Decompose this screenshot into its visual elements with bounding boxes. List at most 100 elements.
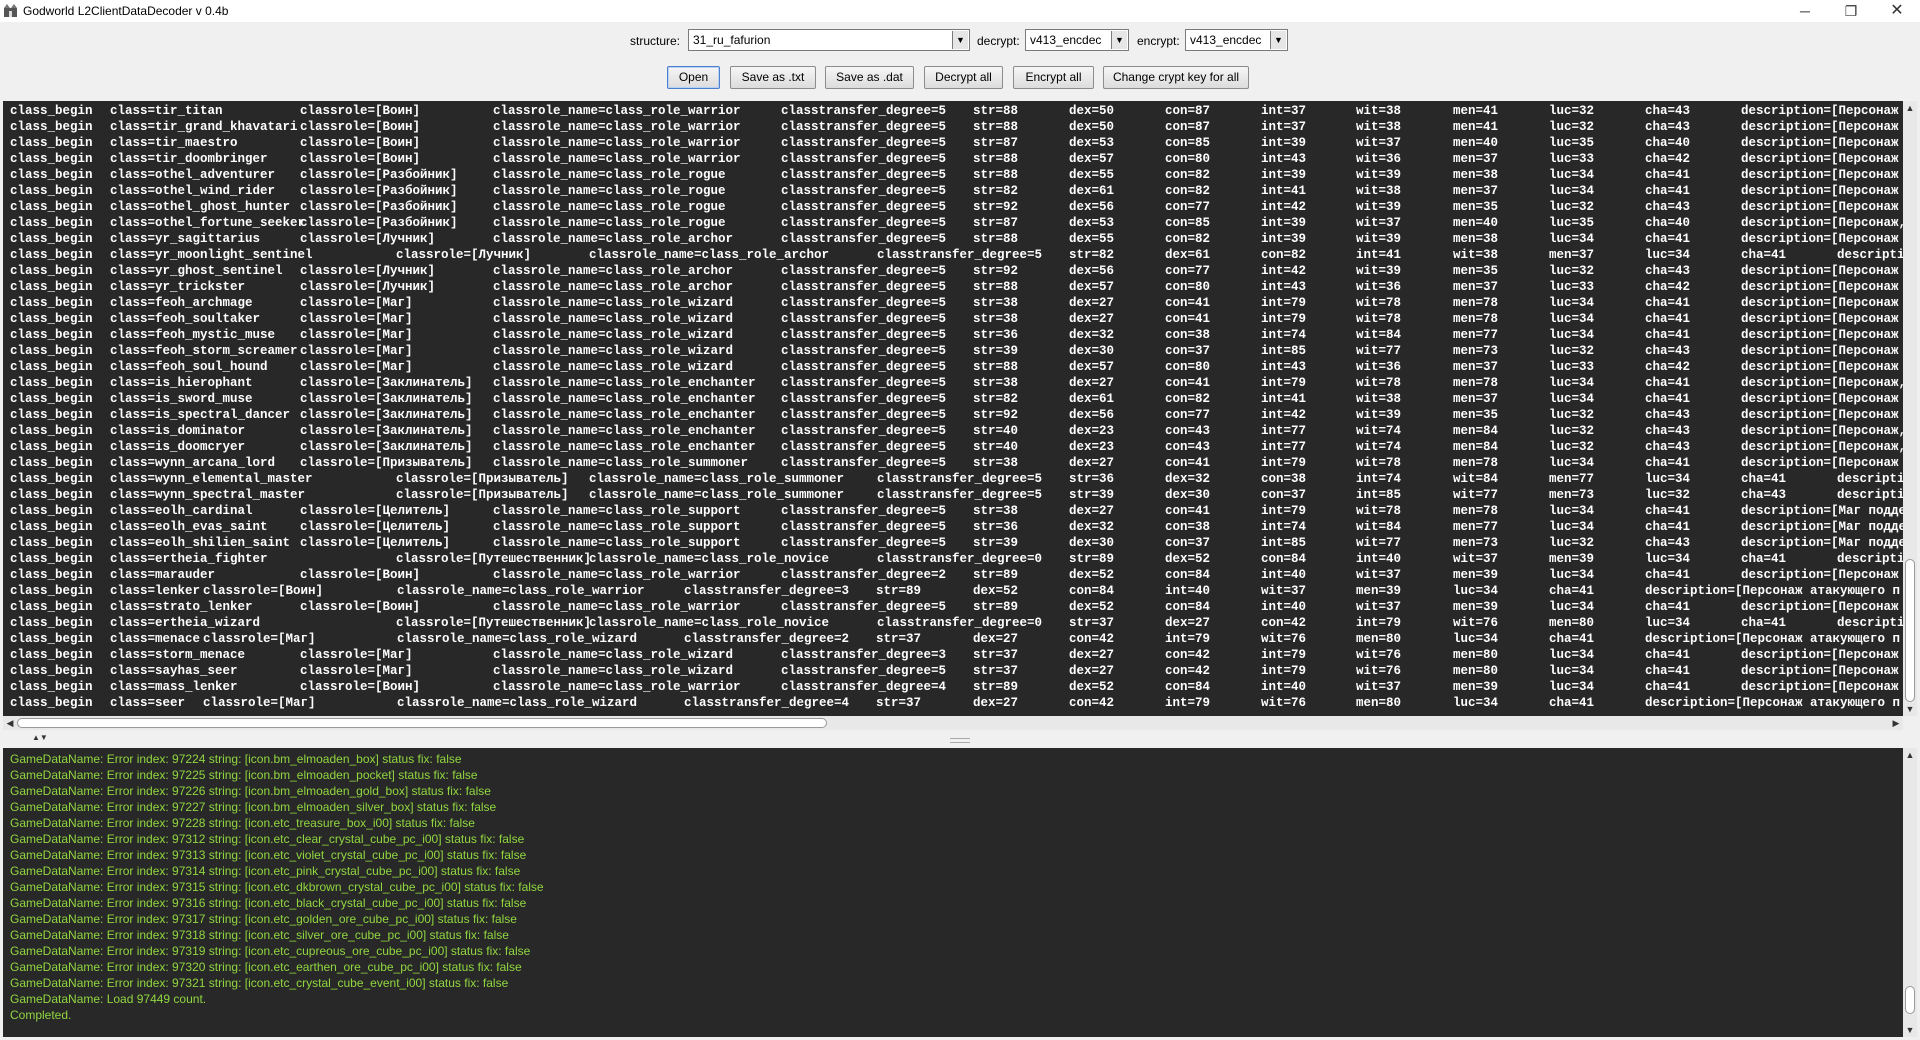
scroll-up-icon[interactable]: ▲ (1903, 101, 1917, 115)
table-cell: dex=27 (1069, 296, 1115, 310)
encrypt-select[interactable]: v413_encdec ▼ (1185, 29, 1288, 51)
table-cell: wit=37 (1453, 552, 1499, 566)
table-cell: classrole_name=class_role_wizard (397, 696, 638, 710)
table-cell: cha=40 (1645, 216, 1691, 230)
data-text-area[interactable]: class_begin class=tir_titan classrole=[Вои… (3, 101, 1903, 716)
scroll-thumb[interactable] (1905, 986, 1915, 1014)
table-cell: con=41 (1165, 456, 1211, 470)
splitter-arrows-icon[interactable]: ▲▼ (32, 733, 48, 742)
table-cell: classrole=[Маг] (203, 696, 316, 710)
table-cell: luc=34 (1549, 232, 1595, 246)
table-cell: men=80 (1356, 696, 1402, 710)
table-cell: class_begin (10, 680, 93, 694)
table-cell: description=[Персонаж, (1741, 440, 1903, 454)
log-line: GameDataName: Error index: 97317 string:… (10, 912, 517, 926)
scroll-left-icon[interactable]: ◀ (3, 716, 17, 730)
table-cell: con=85 (1165, 136, 1211, 150)
save-txt-button[interactable]: Save as .txt (730, 66, 816, 89)
scroll-down-icon[interactable]: ▼ (1903, 702, 1917, 716)
table-cell: str=39 (973, 536, 1019, 550)
structure-select[interactable]: 31_ru_fafurion ▼ (688, 29, 970, 51)
table-cell: classrole_name=class_role_wizard (493, 648, 734, 662)
table-cell: int=39 (1261, 136, 1307, 150)
table-cell: dex=53 (1069, 216, 1115, 230)
chevron-down-icon[interactable]: ▼ (1111, 31, 1127, 49)
table-cell: classtransfer_degree=5 (781, 536, 947, 550)
data-horizontal-scrollbar[interactable]: ◀ ▶ (3, 716, 1903, 730)
table-cell: class_begin (10, 312, 93, 326)
scroll-up-icon[interactable]: ▲ (1903, 748, 1917, 762)
scroll-right-icon[interactable]: ▶ (1889, 716, 1903, 730)
table-cell: class_begin (10, 264, 93, 278)
encrypt-label: encrypt: (1137, 34, 1180, 48)
restore-button[interactable]: ❐ (1828, 0, 1874, 22)
table-cell: dex=27 (1069, 312, 1115, 326)
decrypt-all-button[interactable]: Decrypt all (924, 66, 1003, 89)
encrypt-all-button[interactable]: Encrypt all (1013, 66, 1094, 89)
log-line: GameDataName: Error index: 97320 string:… (10, 960, 522, 974)
table-cell: description=[Персонаж (1741, 312, 1899, 326)
scroll-down-icon[interactable]: ▼ (1903, 1023, 1917, 1037)
scroll-thumb[interactable] (17, 718, 827, 728)
open-button[interactable]: Open (667, 66, 720, 89)
table-cell: str=92 (973, 264, 1019, 278)
table-cell: class=othel_fortune_seeker (110, 216, 306, 230)
table-cell: cha=43 (1645, 200, 1691, 214)
table-cell: classrole=[Разбойник] (300, 168, 458, 182)
table-cell: dex=50 (1069, 104, 1115, 118)
table-cell: classtransfer_degree=5 (781, 264, 947, 278)
scroll-thumb[interactable] (1905, 559, 1915, 702)
table-cell: luc=34 (1549, 664, 1595, 678)
table-cell: classtransfer_degree=0 (877, 552, 1043, 566)
minimize-button[interactable]: ─ (1782, 0, 1828, 22)
table-cell: con=87 (1165, 120, 1211, 134)
table-cell: description=[Маг поддер (1741, 536, 1903, 550)
table-cell: classrole=[Маг] (300, 664, 413, 678)
table-cell: con=42 (1165, 664, 1211, 678)
table-cell: int=41 (1356, 248, 1402, 262)
data-vertical-scrollbar[interactable]: ▲ ▼ (1903, 101, 1917, 716)
table-cell: dex=32 (1165, 472, 1211, 486)
decrypt-select[interactable]: v413_encdec ▼ (1025, 29, 1129, 51)
chevron-down-icon[interactable]: ▼ (1270, 31, 1286, 49)
table-cell: str=38 (973, 376, 1019, 390)
close-button[interactable]: ✕ (1874, 0, 1920, 22)
log-output-area[interactable]: GameDataName: Error index: 97224 string:… (3, 748, 1903, 1037)
table-cell: class_begin (10, 344, 93, 358)
table-cell: wit=78 (1356, 376, 1402, 390)
table-cell: descriptio (1837, 248, 1903, 262)
table-cell: men=78 (1453, 504, 1499, 518)
table-cell: con=38 (1165, 520, 1211, 534)
table-cell: class=wynn_spectral_master (110, 488, 306, 502)
change-crypt-key-button[interactable]: Change crypt key for all (1103, 66, 1249, 89)
table-cell: int=85 (1356, 488, 1402, 502)
table-cell: luc=33 (1549, 280, 1595, 294)
table-cell: class_begin (10, 520, 93, 534)
save-dat-button[interactable]: Save as .dat (825, 66, 914, 89)
table-cell: cha=43 (1645, 264, 1691, 278)
chevron-down-icon[interactable]: ▼ (952, 31, 968, 49)
table-cell: dex=55 (1069, 168, 1115, 182)
table-cell: wit=77 (1356, 536, 1402, 550)
table-cell: luc=34 (1549, 392, 1595, 406)
table-cell: con=42 (1069, 696, 1115, 710)
table-cell: wit=39 (1356, 200, 1402, 214)
table-cell: men=77 (1453, 328, 1499, 342)
table-cell: dex=52 (1165, 552, 1211, 566)
table-cell: class=feoh_soul_hound (110, 360, 268, 374)
log-vertical-scrollbar[interactable]: ▲ ▼ (1903, 748, 1917, 1037)
table-cell: men=38 (1453, 168, 1499, 182)
pane-splitter[interactable]: ▲▼ (0, 731, 1920, 748)
table-cell: classrole_name=class_role_warrior (493, 600, 741, 614)
table-cell: classtransfer_degree=5 (781, 376, 947, 390)
table-cell: men=77 (1453, 520, 1499, 534)
table-cell: int=79 (1165, 696, 1211, 710)
table-cell: classrole_name=class_role_warrior (493, 104, 741, 118)
table-cell: str=88 (973, 120, 1019, 134)
table-cell: luc=35 (1549, 216, 1595, 230)
splitter-grip-icon[interactable] (950, 738, 970, 743)
table-cell: str=38 (973, 504, 1019, 518)
table-cell: str=37 (876, 696, 922, 710)
table-cell: classrole=[Маг] (300, 648, 413, 662)
table-cell: cha=43 (1741, 488, 1787, 502)
